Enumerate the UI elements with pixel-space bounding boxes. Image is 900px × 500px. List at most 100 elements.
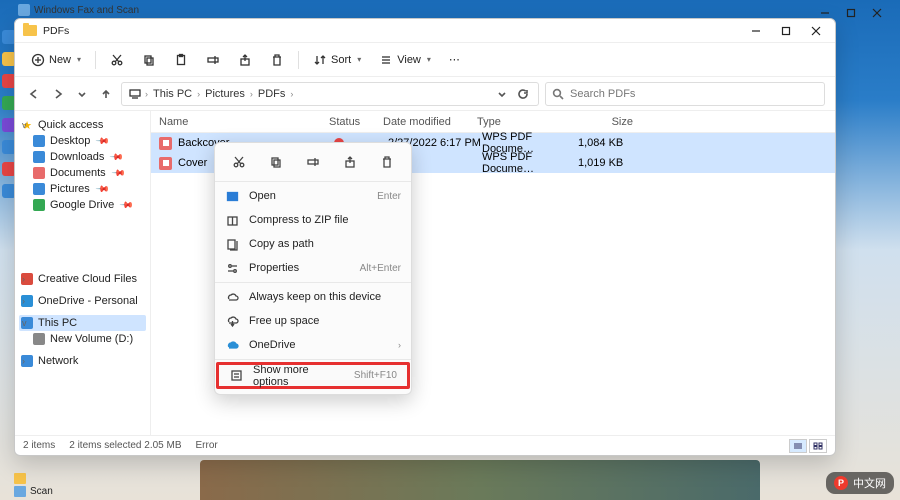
- ctx-rename-button[interactable]: [302, 151, 324, 173]
- sort-button[interactable]: Sort▾: [307, 50, 367, 70]
- copypath-icon: [225, 237, 239, 251]
- quick-access[interactable]: v★Quick access: [19, 117, 146, 133]
- zip-icon: [225, 213, 239, 227]
- more-options-icon: [229, 369, 243, 383]
- new-button[interactable]: New▾: [25, 50, 87, 70]
- ctx-onedrive[interactable]: OneDrive›: [215, 333, 411, 357]
- background-image-strip: [200, 460, 760, 500]
- more-button[interactable]: ⋯: [443, 50, 467, 69]
- crumb-pictures[interactable]: Pictures: [203, 88, 247, 100]
- address-dropdown[interactable]: [493, 85, 511, 103]
- folder-icon: [23, 25, 37, 36]
- copy-button[interactable]: [136, 50, 162, 70]
- ctx-free-space[interactable]: Free up space: [215, 309, 411, 333]
- forward-button[interactable]: [49, 85, 67, 103]
- properties-icon: [225, 261, 239, 275]
- cloud-free-icon: [225, 314, 239, 328]
- delete-button[interactable]: [264, 50, 290, 70]
- col-status[interactable]: Status: [329, 116, 383, 128]
- share-icon: [238, 53, 252, 67]
- background-app-title: Windows Fax and Scan: [18, 4, 139, 16]
- pictures-icon: [33, 183, 45, 195]
- sidebar-item-documents[interactable]: Documents📌: [19, 165, 146, 181]
- window-title: PDFs: [43, 25, 741, 37]
- pin-icon: 📌: [95, 181, 111, 197]
- ctx-share-button[interactable]: [339, 151, 361, 173]
- address-bar[interactable]: ›This PC ›Pictures ›PDFs ›: [121, 82, 539, 106]
- pin-icon: 📌: [119, 197, 135, 213]
- rename-button[interactable]: [200, 50, 226, 70]
- recent-dropdown[interactable]: [73, 85, 91, 103]
- ctx-copy-button[interactable]: [265, 151, 287, 173]
- sidebar-item-desktop[interactable]: Desktop📌: [19, 133, 146, 149]
- drive-icon: [33, 199, 45, 211]
- plus-circle-icon: [31, 53, 45, 67]
- show-more-options-highlight: Show more optionsShift+F10: [216, 362, 410, 389]
- maximize-button[interactable]: [771, 20, 801, 42]
- documents-icon: [33, 167, 45, 179]
- ctx-always-keep[interactable]: Always keep on this device: [215, 285, 411, 309]
- clipboard-icon: [174, 53, 188, 67]
- col-type[interactable]: Type: [477, 116, 573, 128]
- pin-icon: 📌: [110, 165, 126, 181]
- sidebar-item-this-pc[interactable]: vThis PC: [19, 315, 146, 331]
- context-icon-row: [215, 147, 411, 179]
- sidebar-item-creative-cloud[interactable]: ›Creative Cloud Files: [19, 271, 146, 287]
- pdf-icon: [159, 137, 172, 150]
- col-date[interactable]: Date modified: [383, 116, 477, 128]
- pin-icon: 📌: [109, 149, 125, 165]
- search-icon: [552, 88, 564, 100]
- up-button[interactable]: [97, 85, 115, 103]
- view-icon: [379, 53, 393, 67]
- back-button[interactable]: [25, 85, 43, 103]
- navigation-bar: ›This PC ›Pictures ›PDFs › Search PDFs: [15, 77, 835, 111]
- file-explorer-window: PDFs New▾ Sort▾ View▾ ⋯ ›This PC ›Pi: [14, 18, 836, 456]
- sidebar-item-onedrive[interactable]: ›OneDrive - Personal: [19, 293, 146, 309]
- col-size[interactable]: Size: [573, 116, 633, 128]
- rename-icon: [206, 53, 220, 67]
- desktop-icon: [33, 135, 45, 147]
- crumb-pdfs[interactable]: PDFs: [256, 88, 288, 100]
- titlebar[interactable]: PDFs: [15, 19, 835, 43]
- minimize-button[interactable]: [741, 20, 771, 42]
- disk-icon: [33, 333, 45, 345]
- pdf-icon: [159, 157, 172, 170]
- cloud-keep-icon: [225, 290, 239, 304]
- search-input[interactable]: Search PDFs: [545, 82, 825, 106]
- column-headers[interactable]: Name Status Date modified Type Size: [151, 111, 835, 133]
- downloads-icon: [33, 151, 45, 163]
- trash-icon: [270, 53, 284, 67]
- ctx-copy-path[interactable]: Copy as path: [215, 232, 411, 256]
- thumbnails-view-button[interactable]: [809, 439, 827, 453]
- details-view-button[interactable]: [789, 439, 807, 453]
- paste-button[interactable]: [168, 50, 194, 70]
- navigation-pane[interactable]: v★Quick access Desktop📌 Downloads📌 Docum…: [15, 111, 151, 435]
- ctx-delete-button[interactable]: [376, 151, 398, 173]
- col-name[interactable]: Name: [151, 116, 329, 128]
- refresh-button[interactable]: [514, 85, 532, 103]
- ctx-cut-button[interactable]: [228, 151, 250, 173]
- ctx-properties[interactable]: PropertiesAlt+Enter: [215, 256, 411, 280]
- toolbar: New▾ Sort▾ View▾ ⋯: [15, 43, 835, 77]
- php-logo-icon: P: [834, 476, 848, 490]
- ctx-show-more-options[interactable]: Show more optionsShift+F10: [219, 365, 407, 386]
- sidebar-item-google-drive[interactable]: Google Drive📌: [19, 197, 146, 213]
- sidebar-item-downloads[interactable]: Downloads📌: [19, 149, 146, 165]
- share-button[interactable]: [232, 50, 258, 70]
- crumb-this-pc[interactable]: This PC: [151, 88, 194, 100]
- status-bar: 2 items 2 items selected 2.05 MB Error: [15, 435, 835, 455]
- item-count: 2 items: [23, 440, 55, 451]
- fax-scan-icon: [18, 4, 30, 16]
- pin-icon: 📌: [95, 133, 111, 149]
- status-error: Error: [196, 440, 218, 451]
- selection-info: 2 items selected 2.05 MB: [69, 440, 181, 451]
- close-button[interactable]: [801, 20, 831, 42]
- ctx-open[interactable]: OpenEnter: [215, 184, 411, 208]
- sidebar-item-pictures[interactable]: Pictures📌: [19, 181, 146, 197]
- cut-button[interactable]: [104, 50, 130, 70]
- view-button[interactable]: View▾: [373, 50, 437, 70]
- onedrive-icon: [225, 338, 239, 352]
- sidebar-item-network[interactable]: ›Network: [19, 353, 146, 369]
- sidebar-item-new-volume[interactable]: New Volume (D:): [19, 331, 146, 347]
- ctx-compress-zip[interactable]: Compress to ZIP file: [215, 208, 411, 232]
